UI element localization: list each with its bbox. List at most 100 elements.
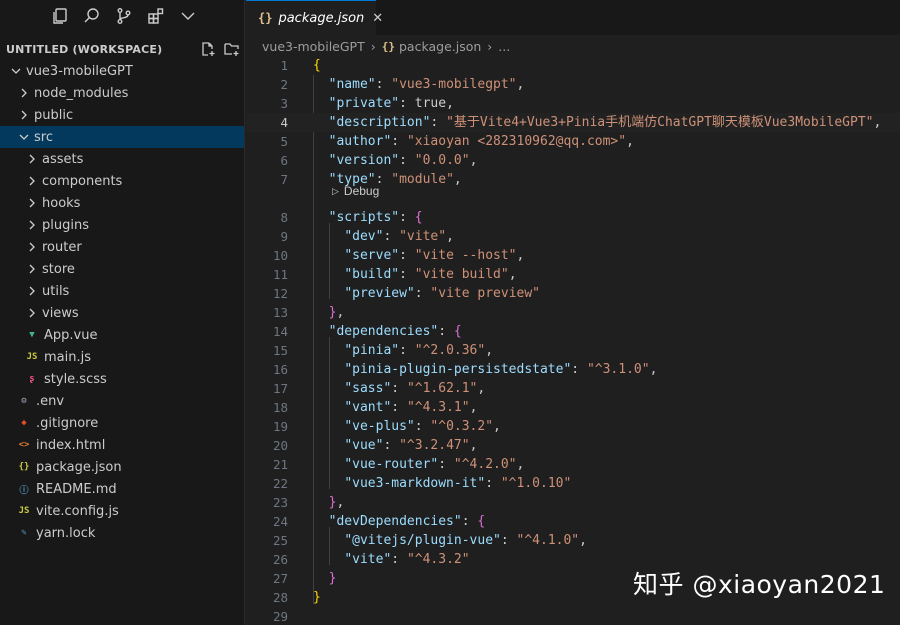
chevron-down-icon[interactable] xyxy=(16,129,32,145)
file-item[interactable]: JS vite.config.js xyxy=(0,500,244,522)
folder-item[interactable]: public xyxy=(0,104,244,126)
chevron-right-icon[interactable] xyxy=(24,283,40,299)
code-line[interactable]: 22 "vue3-markdown-it": "^1.0.10" xyxy=(246,474,900,493)
tree-item-label: vite.config.js xyxy=(36,503,119,519)
chevron-right-icon[interactable] xyxy=(24,217,40,233)
code-line[interactable]: 14 "dependencies": { xyxy=(246,322,900,341)
code-text: } xyxy=(313,590,321,605)
source-control-icon[interactable] xyxy=(108,0,140,32)
code-editor[interactable]: 1{2 "name": "vue3-mobilegpt", 3 "private"… xyxy=(246,56,900,625)
js-icon: JS xyxy=(26,352,38,362)
code-line[interactable]: 12 "preview": "vite preview" xyxy=(246,284,900,303)
explorer-icon[interactable] xyxy=(44,0,76,32)
folder-item[interactable]: router xyxy=(0,236,244,258)
code-line[interactable]: 1{ xyxy=(246,56,900,75)
extensions-icon[interactable] xyxy=(140,0,172,32)
code-text: "build": "vite build", xyxy=(344,267,517,282)
code-line[interactable]: 9 "dev": "vite", xyxy=(246,227,900,246)
code-line[interactable]: 3 "private": true, xyxy=(246,94,900,113)
tree-item-label: main.js xyxy=(44,349,91,365)
line-number: 28 xyxy=(272,590,288,605)
code-line[interactable]: 18 "vant": "^4.3.1", xyxy=(246,398,900,417)
folder-item[interactable]: hooks xyxy=(0,192,244,214)
code-line[interactable]: 8 "scripts": { xyxy=(246,208,900,227)
line-number: 2 xyxy=(280,77,288,92)
folder-item[interactable]: components xyxy=(0,170,244,192)
line-number: 12 xyxy=(272,286,288,301)
file-item[interactable]: ʂ style.scss xyxy=(0,368,244,390)
line-number: 6 xyxy=(280,153,288,168)
tab-package-json[interactable]: {} package.json ✕ xyxy=(246,0,383,35)
line-number: 20 xyxy=(272,438,288,453)
close-icon[interactable]: ✕ xyxy=(372,11,383,26)
folder-item[interactable]: assets xyxy=(0,148,244,170)
code-line[interactable]: 13 }, xyxy=(246,303,900,322)
vue-icon: ▼ xyxy=(29,330,35,340)
code-line[interactable]: 19 "ve-plus": "^0.3.2", xyxy=(246,417,900,436)
chevron-right-icon[interactable] xyxy=(24,261,40,277)
code-line[interactable]: 5 "author": "xiaoyan <282310962@qq.com>"… xyxy=(246,132,900,151)
code-text: "author": "xiaoyan <282310962@qq.com>", xyxy=(328,134,634,149)
file-item[interactable]: <> index.html xyxy=(0,434,244,456)
breadcrumb-file[interactable]: package.json xyxy=(399,39,481,54)
new-file-icon[interactable] xyxy=(196,38,220,60)
code-line[interactable]: 23 }, xyxy=(246,493,900,512)
folder-item[interactable]: src xyxy=(0,126,244,148)
code-text: "dependencies": { xyxy=(328,324,462,339)
code-line[interactable]: 20 "vue": "^3.2.47", xyxy=(246,436,900,455)
chevron-right-icon[interactable] xyxy=(24,151,40,167)
chevron-right-icon[interactable] xyxy=(24,239,40,255)
folder-item[interactable]: store xyxy=(0,258,244,280)
new-folder-icon[interactable] xyxy=(220,38,244,60)
folder-item[interactable]: views xyxy=(0,302,244,324)
code-line[interactable]: 16 "pinia-plugin-persistedstate": "^3.1.… xyxy=(246,360,900,379)
tab-label: package.json xyxy=(278,10,365,26)
code-line[interactable]: 15 "pinia": "^2.0.36", xyxy=(246,341,900,360)
breadcrumb-folder[interactable]: vue3-mobileGPT xyxy=(262,39,365,54)
tree-item-label: hooks xyxy=(42,195,81,211)
tree-item-label: .env xyxy=(36,393,65,409)
file-item[interactable]: JS main.js xyxy=(0,346,244,368)
tree-item-label: style.scss xyxy=(44,371,107,387)
code-line[interactable]: 17 "sass": "^1.62.1", xyxy=(246,379,900,398)
chevron-right-icon[interactable] xyxy=(24,173,40,189)
tab-bar: {} package.json ✕ xyxy=(246,0,900,35)
chevron-right-icon[interactable] xyxy=(16,85,32,101)
codelens-debug[interactable]: ▷ Debug xyxy=(332,184,379,198)
workspace-header[interactable]: UNTITLED (WORKSPACE) xyxy=(0,38,244,60)
code-text: "serve": "vite --host", xyxy=(344,248,525,263)
search-icon[interactable] xyxy=(76,0,108,32)
line-number: 19 xyxy=(272,419,288,434)
chevron-right-icon[interactable] xyxy=(16,107,32,123)
code-line[interactable]: 2 "name": "vue3-mobilegpt", xyxy=(246,75,900,94)
code-line[interactable]: 10 "serve": "vite --host", xyxy=(246,246,900,265)
chevron-right-icon[interactable] xyxy=(24,195,40,211)
chevron-down-icon[interactable] xyxy=(8,63,24,79)
code-line[interactable]: 11 "build": "vite build", xyxy=(246,265,900,284)
file-item[interactable]: ✎ yarn.lock xyxy=(0,522,244,544)
chevron-right-icon[interactable] xyxy=(24,305,40,321)
file-item[interactable]: ⚙ .env xyxy=(0,390,244,412)
code-line[interactable]: 21 "vue-router": "^4.2.0", xyxy=(246,455,900,474)
folder-item[interactable]: node_modules xyxy=(0,82,244,104)
breadcrumb-more[interactable]: ... xyxy=(498,39,510,54)
code-text: "version": "0.0.0", xyxy=(328,153,478,168)
chevron-down-icon[interactable] xyxy=(172,0,204,32)
code-line[interactable]: 4 "description": "基于Vite4+Vue3+Pinia手机端仿… xyxy=(246,113,900,132)
line-number: 27 xyxy=(272,571,288,586)
file-item[interactable]: ▼ App.vue xyxy=(0,324,244,346)
file-item[interactable]: ◆ .gitignore xyxy=(0,412,244,434)
code-line[interactable]: 25 "@vitejs/plugin-vue": "^4.1.0", xyxy=(246,531,900,550)
file-item[interactable]: {} package.json xyxy=(0,456,244,478)
folder-item[interactable]: plugins xyxy=(0,214,244,236)
code-line[interactable]: 29 xyxy=(246,607,900,625)
folder-item[interactable]: vue3-mobileGPT xyxy=(0,60,244,82)
line-number: 10 xyxy=(272,248,288,263)
code-text: "scripts": { xyxy=(328,210,423,225)
file-item[interactable]: ⓘ README.md xyxy=(0,478,244,500)
code-line[interactable]: 6 "version": "0.0.0", xyxy=(246,151,900,170)
line-number: 23 xyxy=(272,495,288,510)
code-line[interactable]: 24 "devDependencies": { xyxy=(246,512,900,531)
code-text: "dev": "vite", xyxy=(344,229,454,244)
folder-item[interactable]: utils xyxy=(0,280,244,302)
